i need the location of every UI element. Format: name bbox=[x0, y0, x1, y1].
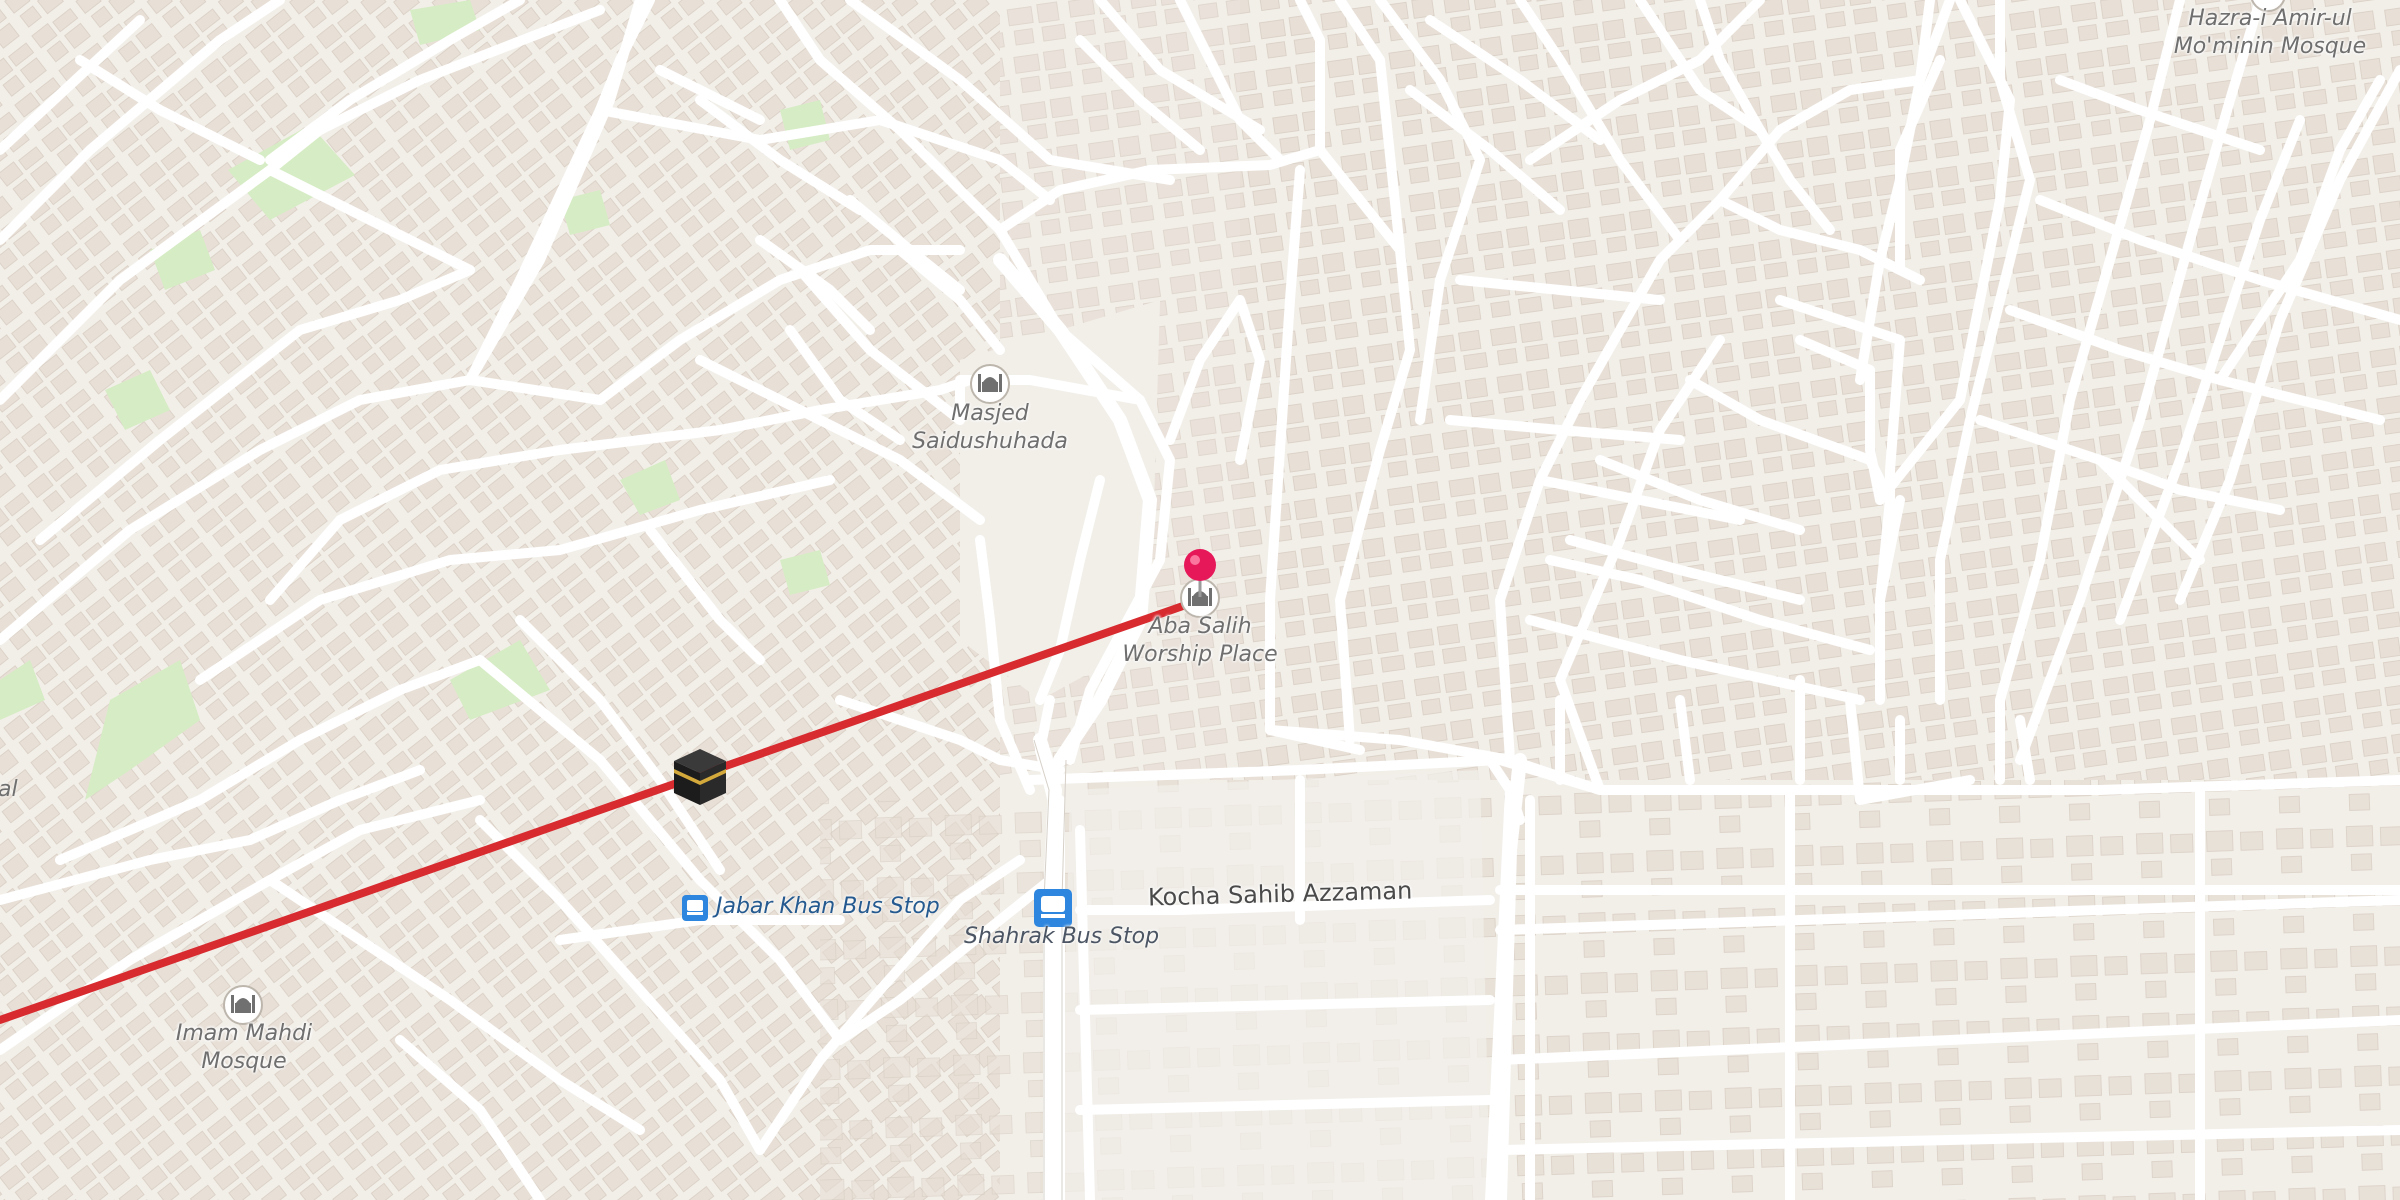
poi-label-masjed: Masjed Saidushuhada bbox=[912, 401, 1068, 454]
map-canvas[interactable] bbox=[0, 0, 2400, 1200]
bus-stop-label-jabar: Jabar Khan Bus Stop bbox=[716, 894, 940, 919]
edge-label: al bbox=[0, 777, 18, 802]
poi-label-hazra: Hazra-i Amir-ul Mo'minin Mosque bbox=[2173, 6, 2367, 59]
poi-icon-masjed[interactable] bbox=[970, 364, 1010, 404]
poi-label-aba: Aba Salih Worship Place bbox=[1122, 614, 1278, 667]
kaaba-icon[interactable] bbox=[674, 749, 726, 805]
bus-stop-label-shahrak: Shahrak Bus Stop bbox=[964, 924, 1160, 949]
bus-stop-icon-shahrak[interactable] bbox=[1034, 889, 1072, 927]
bus-stop-icon-jabar[interactable] bbox=[682, 895, 708, 921]
poi-icon-imam[interactable] bbox=[223, 985, 263, 1025]
poi-label-imam: Imam Mahdi Mosque bbox=[175, 1021, 313, 1074]
